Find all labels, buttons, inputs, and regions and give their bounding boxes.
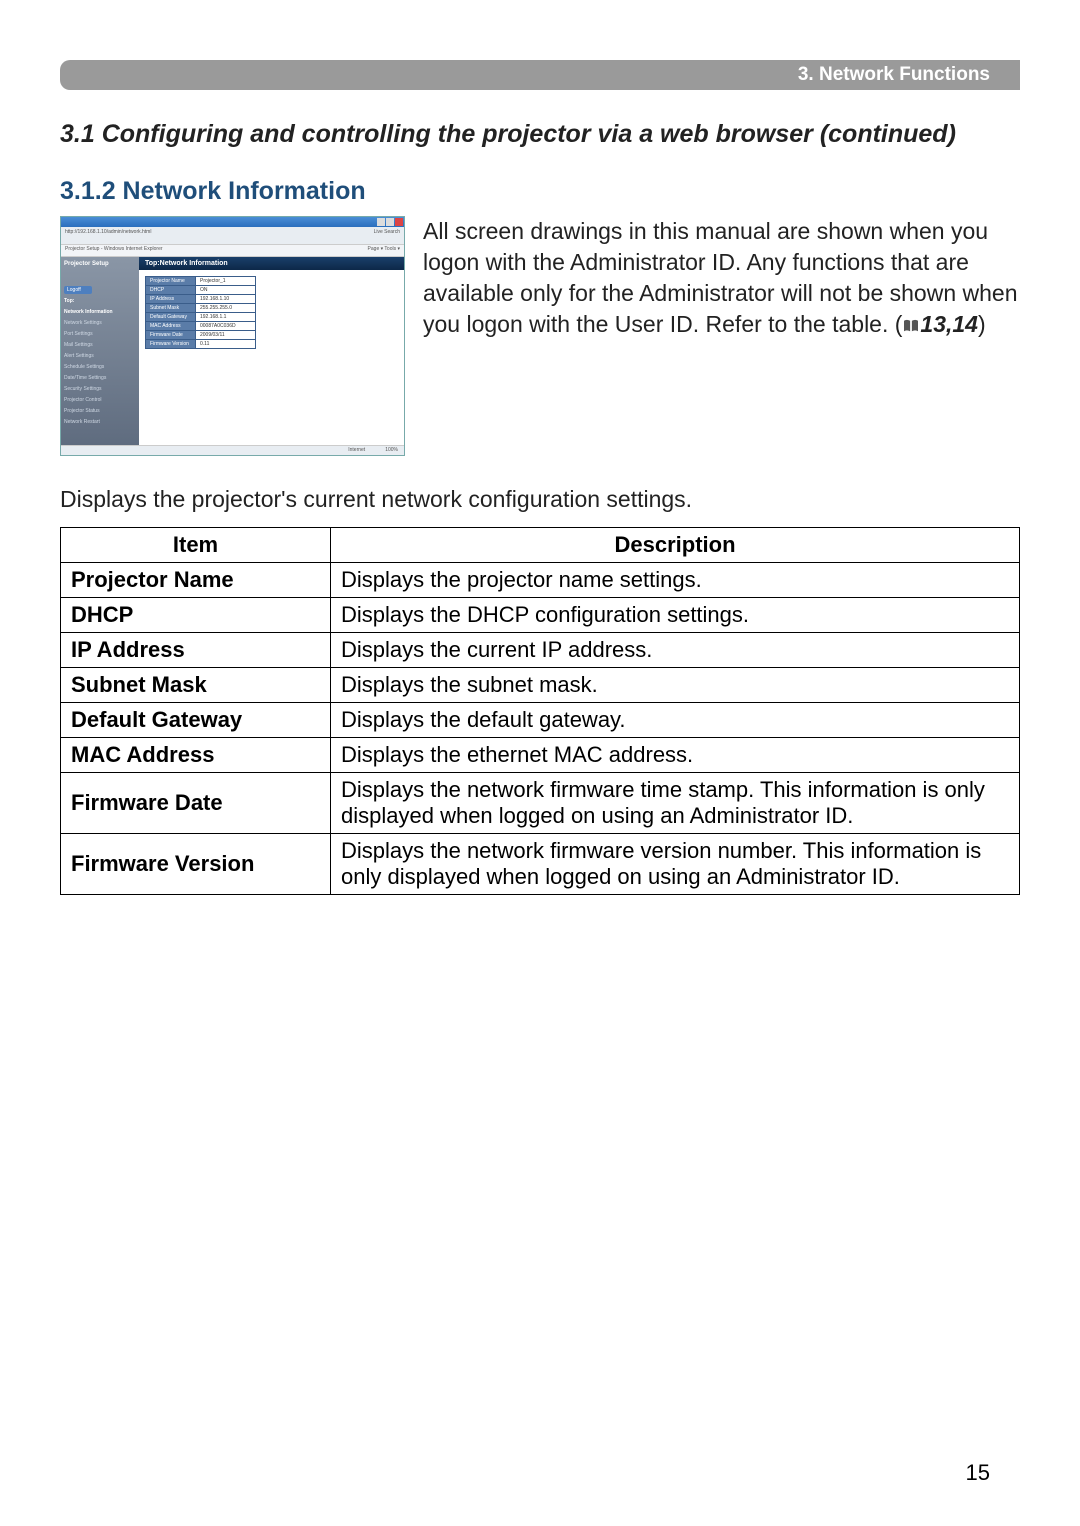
subsection-title: 3.1.2 Network Information	[60, 177, 1020, 206]
sidebar-item: Port Settings	[64, 330, 136, 338]
screenshot-main-header: Top:Network Information	[139, 257, 404, 270]
table-row: Firmware VersionDisplays the network fir…	[61, 834, 1020, 895]
table-row: Subnet MaskDisplays the subnet mask.	[61, 668, 1020, 703]
min-icon	[377, 218, 385, 226]
book-icon	[902, 319, 920, 333]
table-row: IP AddressDisplays the current IP addres…	[61, 633, 1020, 668]
sidebar-item: Network Information	[64, 308, 136, 316]
info-table: Item Description Projector NameDisplays …	[60, 527, 1020, 895]
close-icon	[395, 218, 403, 226]
screenshot-toolbar2: Projector Setup - Windows Internet Explo…	[61, 245, 404, 257]
table-row: Projector NameDisplays the projector nam…	[61, 563, 1020, 598]
screenshot-addressbar: http://192.168.1.10/admin/network.html L…	[61, 227, 404, 245]
col-header-item: Item	[61, 528, 331, 563]
sidebar-item: Top:	[64, 297, 136, 305]
screenshot-logoff: Logoff	[64, 286, 92, 294]
table-row: MAC AddressDisplays the ethernet MAC add…	[61, 738, 1020, 773]
sidebar-item: Schedule Settings	[64, 363, 136, 371]
sidebar-item: Security Settings	[64, 385, 136, 393]
sidebar-item: Network Settings	[64, 319, 136, 327]
page-number: 15	[966, 1460, 990, 1486]
sidebar-item: Mail Settings	[64, 341, 136, 349]
chapter-header: 3. Network Functions	[60, 60, 1020, 90]
intro-paragraph: All screen drawings in this manual are s…	[423, 216, 1020, 340]
sidebar-item: Network Restart	[64, 418, 136, 426]
table-row: DHCPDisplays the DHCP configuration sett…	[61, 598, 1020, 633]
screenshot-search: Live Search	[374, 229, 400, 242]
screenshot-sidebar: Projector Setup Logoff Top: Network Info…	[61, 257, 139, 445]
section-title: 3.1 Configuring and controlling the proj…	[60, 120, 1020, 149]
screenshot-browser-window: http://192.168.1.10/admin/network.html L…	[60, 216, 405, 456]
table-caption: Displays the projector's current network…	[60, 486, 1020, 513]
screenshot-statusbar: Internet 100%	[61, 445, 404, 455]
sidebar-item: Alert Settings	[64, 352, 136, 360]
table-row: Default GatewayDisplays the default gate…	[61, 703, 1020, 738]
sidebar-item: Projector Status	[64, 407, 136, 415]
screenshot-url: http://192.168.1.10/admin/network.html	[65, 229, 151, 242]
screenshot-info-table: Projector NameProjector_1 DHCPON IP Addr…	[145, 276, 256, 349]
screenshot-sidebar-title: Projector Setup	[64, 261, 136, 283]
sidebar-item: Projector Control	[64, 396, 136, 404]
page-reference: 13,14	[920, 311, 978, 337]
screenshot-main: Top:Network Information Projector NamePr…	[139, 257, 404, 445]
col-header-description: Description	[331, 528, 1020, 563]
screenshot-wintitle: Projector Setup - Windows Internet Explo…	[65, 246, 163, 255]
table-row: Firmware DateDisplays the network firmwa…	[61, 773, 1020, 834]
chapter-title: 3. Network Functions	[798, 64, 990, 86]
screenshot-titlebar	[61, 217, 404, 227]
max-icon	[386, 218, 394, 226]
sidebar-item: Date/Time Settings	[64, 374, 136, 382]
